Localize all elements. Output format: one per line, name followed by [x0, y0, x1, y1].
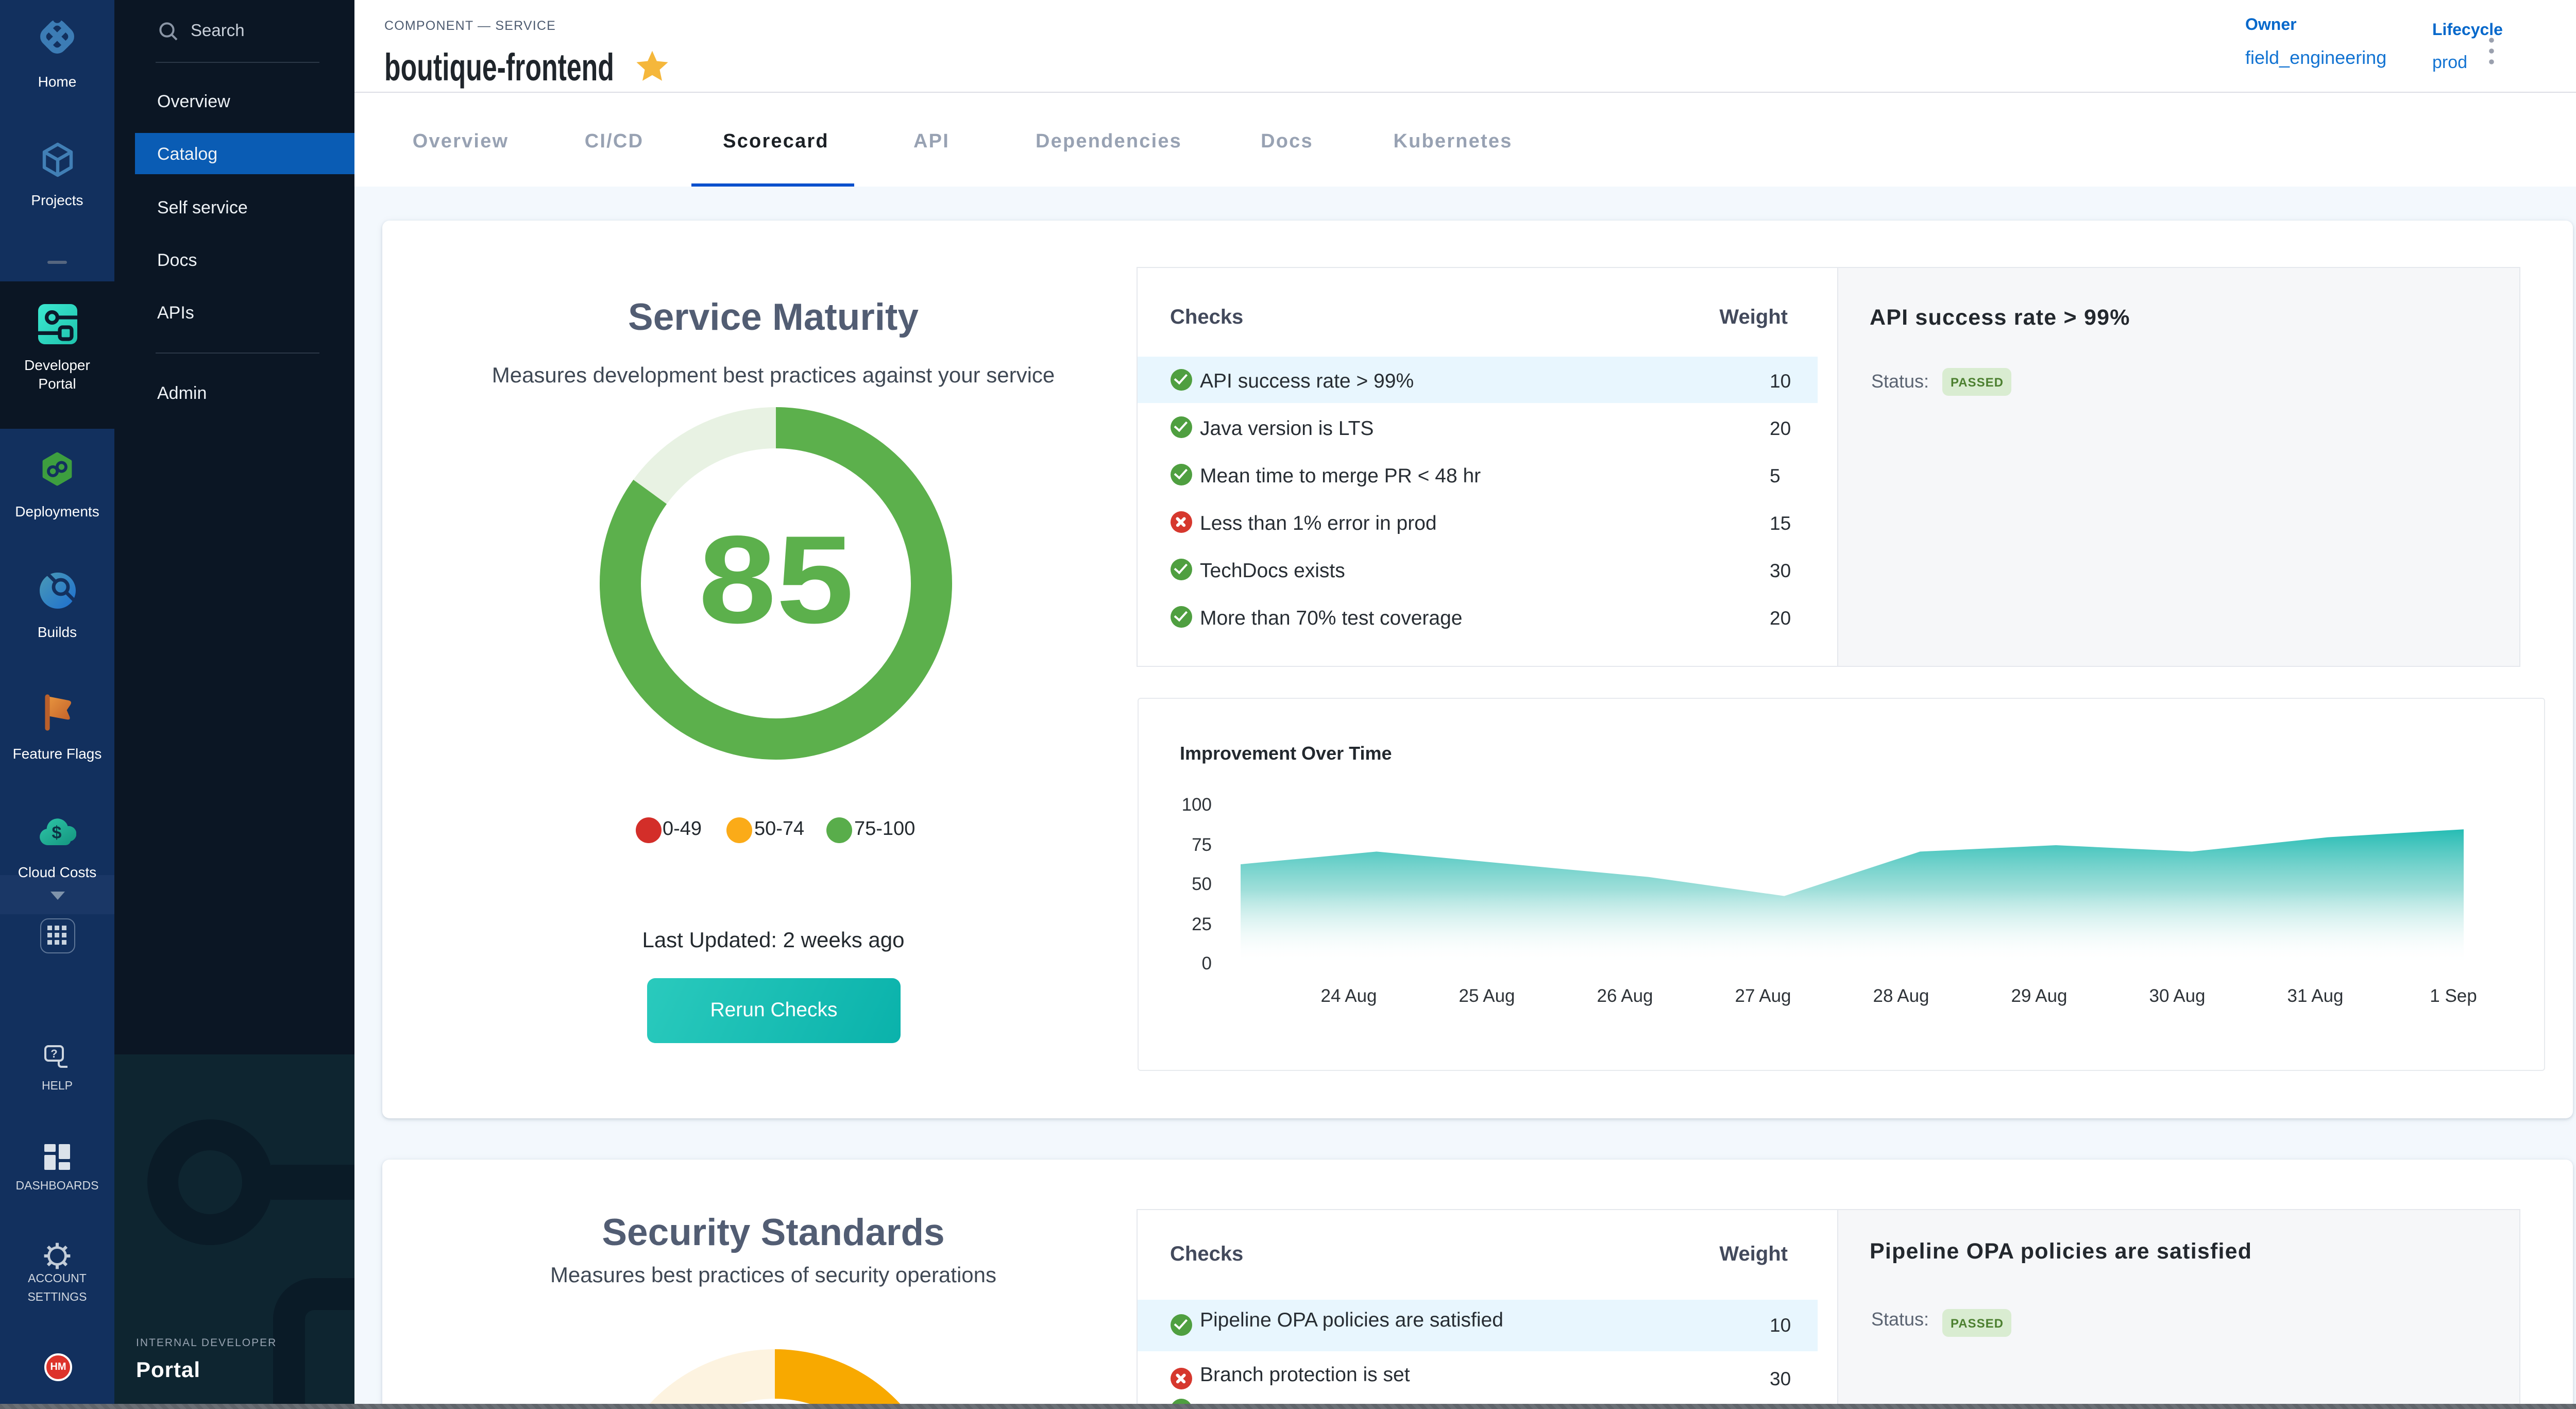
svg-text:?: ? [50, 1047, 57, 1060]
svg-text:$: $ [52, 823, 62, 843]
